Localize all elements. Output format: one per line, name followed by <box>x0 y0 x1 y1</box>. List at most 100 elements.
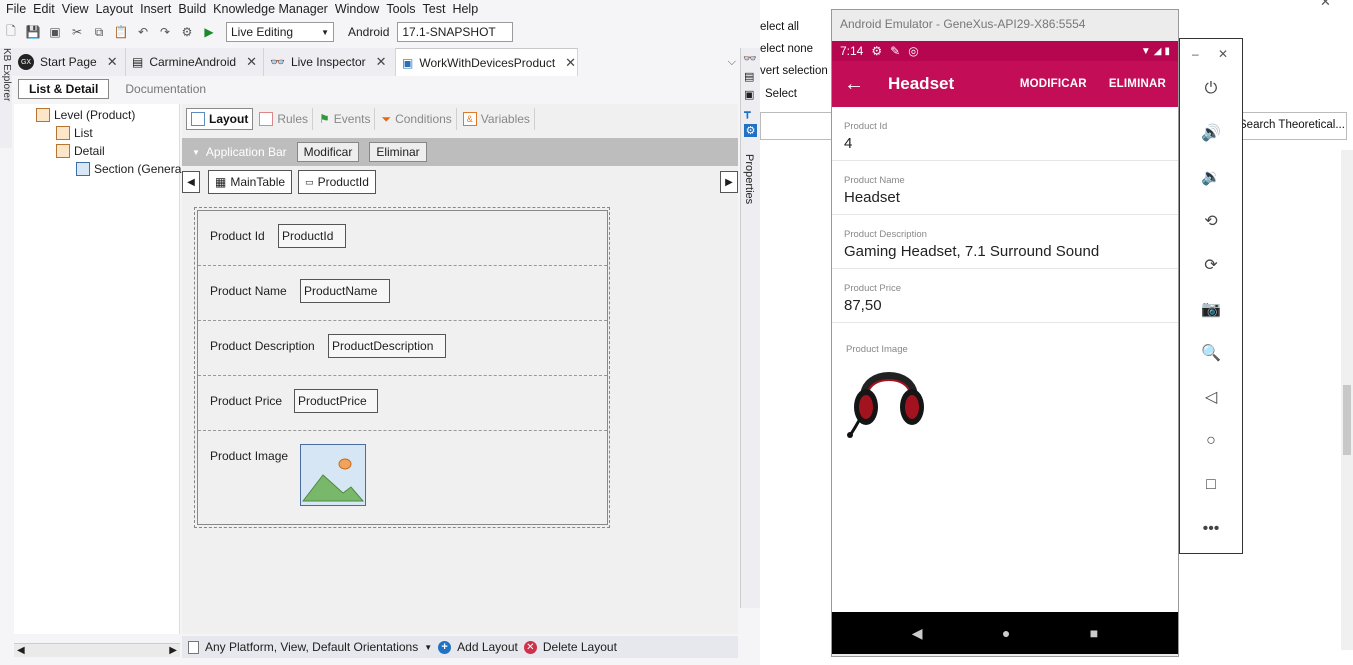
product-price-control[interactable]: ProductPrice <box>294 389 378 413</box>
zoom-icon[interactable]: 🔍 <box>1199 341 1223 365</box>
crumb-main-table[interactable]: ▦ MainTable <box>208 170 293 194</box>
add-layout-button[interactable]: Add Layout <box>457 640 518 654</box>
tree-item-detail[interactable]: Detail <box>56 144 105 158</box>
menu-select-none[interactable]: elect none <box>760 43 813 55</box>
menu-window[interactable]: Window <box>332 2 383 16</box>
form-row-product-description[interactable]: Product Description ProductDescription <box>198 321 607 376</box>
volume-down-icon[interactable]: 🔉 <box>1199 165 1223 189</box>
close-icon[interactable]: ✕ <box>107 54 118 70</box>
mode-select[interactable]: Live Editing ▼ <box>226 22 334 42</box>
nav-recents-icon[interactable]: ■ <box>1090 625 1098 641</box>
tab-start-page[interactable]: GX Start Page ✕ <box>12 48 126 76</box>
version-field[interactable]: 17.1-SNAPSHOT <box>397 22 514 42</box>
pin-icon[interactable]: ┳ <box>744 106 751 119</box>
back-arrow-icon[interactable]: ← <box>844 73 864 96</box>
menu-select[interactable]: Select <box>765 88 797 100</box>
image-placeholder-icon[interactable] <box>300 444 366 506</box>
redo-icon[interactable]: ↷ <box>157 24 173 40</box>
kb-explorer-tab[interactable]: KB Explorer <box>0 48 12 148</box>
tree-item-section[interactable]: Section (Genera <box>76 162 181 176</box>
appbar-collapse-icon[interactable]: ▼ <box>192 148 200 157</box>
scroll-right-icon[interactable]: ▶ <box>169 645 177 656</box>
cut-icon[interactable]: ✂ <box>69 24 85 40</box>
tree-item-list[interactable]: List <box>56 126 93 140</box>
product-description-control[interactable]: ProductDescription <box>328 334 446 358</box>
tab-rules[interactable]: Rules <box>255 108 314 130</box>
form-row-product-image[interactable]: Product Image <box>198 431 607 524</box>
chevron-down-icon[interactable]: ⌵ <box>728 56 736 69</box>
delete-layout-button[interactable]: Delete Layout <box>543 640 617 654</box>
eliminar-button[interactable]: Eliminar <box>369 142 427 162</box>
breadcrumb-back-icon[interactable]: ◀ <box>182 171 200 193</box>
rotate-right-icon[interactable]: ⟳ <box>1199 253 1223 277</box>
rotate-left-icon[interactable]: ⟲ <box>1199 209 1223 233</box>
product-id-control[interactable]: ProductId <box>278 224 346 248</box>
home-icon[interactable]: ○ <box>1199 429 1223 453</box>
build-icon[interactable]: ⚙ <box>179 24 195 40</box>
more-icon[interactable]: ••• <box>1199 517 1223 541</box>
tab-list-detail[interactable]: List & Detail <box>18 79 110 99</box>
main-table[interactable]: Product Id ProductId Product Name Produc… <box>197 210 608 525</box>
menu-view[interactable]: View <box>59 2 93 16</box>
tab-carmine-android[interactable]: ▤ CarmineAndroid ✕ <box>126 48 264 76</box>
tab-conditions[interactable]: ⏷ Conditions <box>377 108 457 130</box>
nav-back-icon[interactable]: ◀ <box>912 625 923 642</box>
scroll-left-icon[interactable]: ◀ <box>17 645 25 656</box>
menu-build[interactable]: Build <box>175 2 210 16</box>
tab-live-inspector[interactable]: 👓 Live Inspector ✕ <box>264 48 396 76</box>
glasses-icon[interactable]: 👓 <box>743 52 757 65</box>
breadcrumb-forward-icon[interactable]: ▶ <box>720 171 738 193</box>
run-icon[interactable]: ▶ <box>201 24 217 40</box>
properties-tab[interactable]: Properties <box>743 154 755 204</box>
menu-invert-selection[interactable]: vert selection <box>760 65 828 77</box>
new-object-icon[interactable]: 🗋 <box>3 24 19 40</box>
menu-edit[interactable]: Edit <box>30 2 59 16</box>
overview-icon[interactable]: □ <box>1199 473 1223 497</box>
form-row-product-name[interactable]: Product Name ProductName <box>198 266 607 321</box>
menu-help[interactable]: Help <box>449 2 482 16</box>
horizontal-scrollbar[interactable]: ◀ ▶ <box>14 643 180 657</box>
product-name-control[interactable]: ProductName <box>300 279 390 303</box>
power-icon[interactable]: ⏻ <box>1199 77 1223 101</box>
tab-variables[interactable]: & Variables <box>459 108 535 130</box>
preview-icon[interactable]: ▣ <box>744 88 754 101</box>
menu-layout[interactable]: Layout <box>93 2 138 16</box>
form-row-product-id[interactable]: Product Id ProductId <box>198 211 607 266</box>
scrollbar-thumb[interactable] <box>1343 385 1351 455</box>
delete-action-button[interactable]: ELIMINAR <box>1109 78 1166 90</box>
tree-item-level[interactable]: Level (Product) <box>36 108 135 122</box>
menu-insert[interactable]: Insert <box>137 2 175 16</box>
form-row-product-price[interactable]: Product Price ProductPrice <box>198 376 607 431</box>
platform-checkbox[interactable] <box>188 640 199 654</box>
save-all-icon[interactable]: ▣ <box>47 24 63 40</box>
close-icon[interactable]: ✕ <box>376 54 387 70</box>
background-scrollbar[interactable] <box>1341 150 1353 650</box>
gear-icon[interactable]: ⚙ <box>744 124 757 137</box>
save-icon[interactable]: 💾 <box>25 24 41 40</box>
tab-documentation[interactable]: Documentation <box>115 79 216 99</box>
minimize-icon[interactable]: – <box>1192 47 1199 61</box>
menu-test[interactable]: Test <box>420 2 450 16</box>
toolbox-icon[interactable]: ▤ <box>744 70 754 83</box>
close-icon[interactable]: ✕ <box>1218 47 1228 61</box>
application-bar[interactable]: ▼ Application Bar Modificar Eliminar <box>182 138 738 166</box>
menu-select-all[interactable]: elect all <box>760 21 799 33</box>
tab-events[interactable]: ⚑ Events <box>315 108 376 130</box>
tab-layout[interactable]: Layout <box>186 108 254 130</box>
menu-file[interactable]: File <box>3 2 30 16</box>
close-icon[interactable]: ✕ <box>1320 0 1331 10</box>
paste-icon[interactable]: 📋 <box>113 24 129 40</box>
tab-work-with-devices-product[interactable]: ▣ WorkWithDevicesProduct ✕ <box>396 48 578 76</box>
volume-up-icon[interactable]: 🔊 <box>1199 121 1223 145</box>
undo-icon[interactable]: ↶ <box>135 24 151 40</box>
platform-select[interactable]: Any Platform, View, Default Orientations <box>205 640 418 654</box>
crumb-product-id[interactable]: ▭ ProductId <box>298 170 376 194</box>
copy-icon[interactable]: ⧉ <box>91 24 107 40</box>
menu-tools[interactable]: Tools <box>383 2 419 16</box>
nav-home-icon[interactable]: ● <box>1002 625 1010 641</box>
close-icon[interactable]: ✕ <box>246 54 257 70</box>
chevron-down-icon[interactable]: ▼ <box>424 643 432 652</box>
back-icon[interactable]: ◁ <box>1199 385 1223 409</box>
close-icon[interactable]: ✕ <box>565 55 576 71</box>
menu-knowledge-manager[interactable]: Knowledge Manager <box>210 2 332 16</box>
